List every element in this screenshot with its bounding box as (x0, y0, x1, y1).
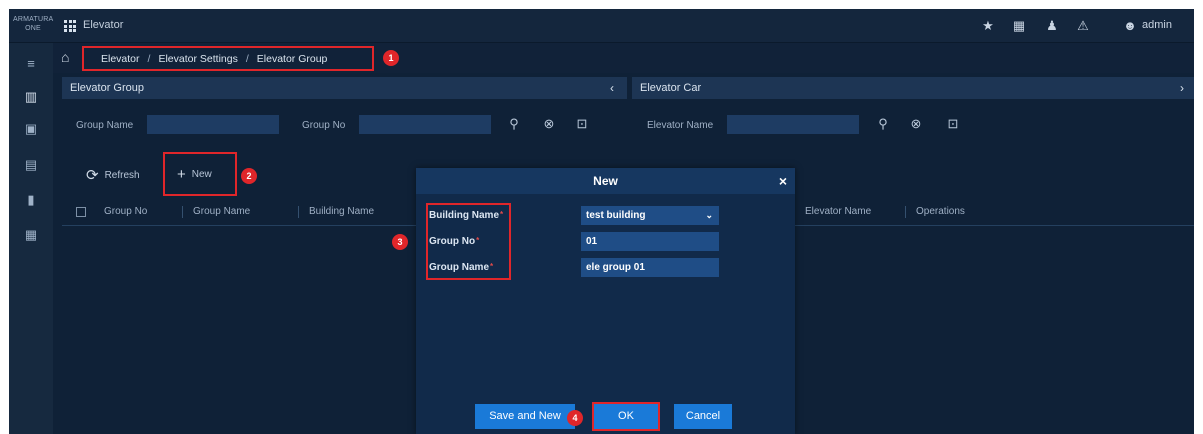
export-icon[interactable]: ⊡ (574, 116, 590, 132)
chevron-down-icon: ⌄ (705, 210, 713, 220)
breadcrumb-separator: / (147, 52, 151, 65)
elevator-name-label: Elevator Name (647, 120, 714, 131)
highlight-box-ok (592, 402, 660, 431)
step-badge-2: 2 (241, 168, 257, 184)
refresh-icon: ⟳ (86, 167, 99, 184)
breadcrumb-item-elevator-group: Elevator Group (256, 52, 328, 65)
dialog-title: New (593, 174, 618, 188)
bell-icon[interactable]: ♟ (1043, 17, 1061, 35)
top-bar: ARMATURA ONE Elevator ★ ▦ ♟ ⚠ ☻ admin (9, 9, 1194, 43)
group-no-input[interactable] (359, 115, 491, 134)
expand-arrow-icon[interactable]: › (1180, 77, 1184, 99)
building-name-select[interactable]: test building ⌄ (581, 206, 719, 225)
device-icon[interactable]: ▮ (22, 191, 40, 209)
column-group-name[interactable]: Group Name (182, 206, 298, 218)
search-icon[interactable]: ⚲ (506, 116, 522, 132)
elevator-icon[interactable]: ▥ (22, 88, 40, 106)
refresh-label: Refresh (104, 169, 140, 181)
save-and-new-button[interactable]: Save and New (475, 404, 575, 429)
step-badge-4: 4 (567, 410, 583, 426)
clear-filter-icon[interactable]: ⊗ (541, 116, 557, 132)
cancel-button[interactable]: Cancel (674, 404, 732, 429)
group-name-label: Group Name (76, 120, 134, 131)
logo: ARMATURA ONE (13, 16, 54, 32)
export-icon[interactable]: ⊡ (945, 116, 961, 132)
group-name-field[interactable]: ele group 01 (581, 258, 719, 277)
search-icon[interactable]: ⚲ (875, 116, 891, 132)
calendar-icon[interactable]: ▦ (1010, 17, 1028, 35)
new-group-dialog: New × Building Name* test building ⌄ Gro… (392, 168, 795, 434)
step-badge-3: 3 (392, 234, 408, 250)
alarm-icon[interactable]: ⚠ (1074, 17, 1092, 35)
step-badge-1: 1 (383, 50, 399, 66)
dialog-header: New × (416, 168, 795, 194)
column-operations[interactable]: Operations (905, 206, 1015, 218)
new-button[interactable]: + New (177, 166, 212, 183)
plus-icon: + (177, 166, 186, 183)
group-name-input[interactable] (147, 115, 279, 134)
grid-report-icon[interactable]: ▦ (22, 226, 40, 244)
apps-grid-icon[interactable] (64, 20, 76, 32)
breadcrumb-item-elevator[interactable]: Elevator (101, 53, 140, 65)
app-window: ARMATURA ONE Elevator ★ ▦ ♟ ⚠ ☻ admin ≡ … (9, 9, 1194, 434)
breadcrumb-bar: ⌂ Elevator / Elevator Settings / Elevato… (53, 43, 1194, 73)
right-panel-header: Elevator Car › (632, 77, 1194, 99)
left-table-header: Group No Group Name Building Name (76, 200, 408, 224)
select-all-checkbox[interactable] (76, 207, 86, 217)
group-no-field[interactable]: 01 (581, 232, 719, 251)
column-elevator-name[interactable]: Elevator Name (795, 206, 905, 218)
right-table-header: Elevator Name Operations (795, 200, 1015, 224)
group-no-label: Group No (302, 120, 346, 131)
close-icon[interactable]: × (779, 168, 787, 194)
refresh-button[interactable]: ⟳ Refresh (86, 166, 140, 184)
highlight-box-form (426, 203, 511, 280)
right-panel-title: Elevator Car (640, 82, 702, 94)
app-title: Elevator (83, 19, 124, 31)
home-icon[interactable]: ⌂ (61, 49, 69, 65)
report-icon[interactable]: ▤ (22, 156, 40, 174)
breadcrumb-item-elevator-settings[interactable]: Elevator Settings (158, 53, 237, 65)
collapse-menu-icon[interactable]: ≡ (22, 55, 40, 73)
left-panel-title: Elevator Group (70, 82, 144, 94)
left-panel-header: Elevator Group ‹ (62, 77, 627, 99)
breadcrumb: Elevator / Elevator Settings / Elevator … (101, 50, 327, 67)
user-icon[interactable]: ☻ (1121, 17, 1139, 35)
monitor-icon[interactable]: ▣ (22, 120, 40, 138)
clear-filter-icon[interactable]: ⊗ (908, 116, 924, 132)
collapse-arrow-icon[interactable]: ‹ (610, 77, 614, 99)
elevator-name-input[interactable] (727, 115, 859, 134)
pin-icon[interactable]: ★ (979, 17, 997, 35)
column-group-no[interactable]: Group No (94, 206, 182, 218)
user-name[interactable]: admin (1142, 19, 1172, 31)
new-label: New (191, 169, 212, 180)
breadcrumb-separator: / (245, 52, 249, 65)
column-building-name[interactable]: Building Name (298, 206, 408, 218)
sidebar: ≡ ▥ ▣ ▤ ▮ ▦ (9, 43, 53, 434)
